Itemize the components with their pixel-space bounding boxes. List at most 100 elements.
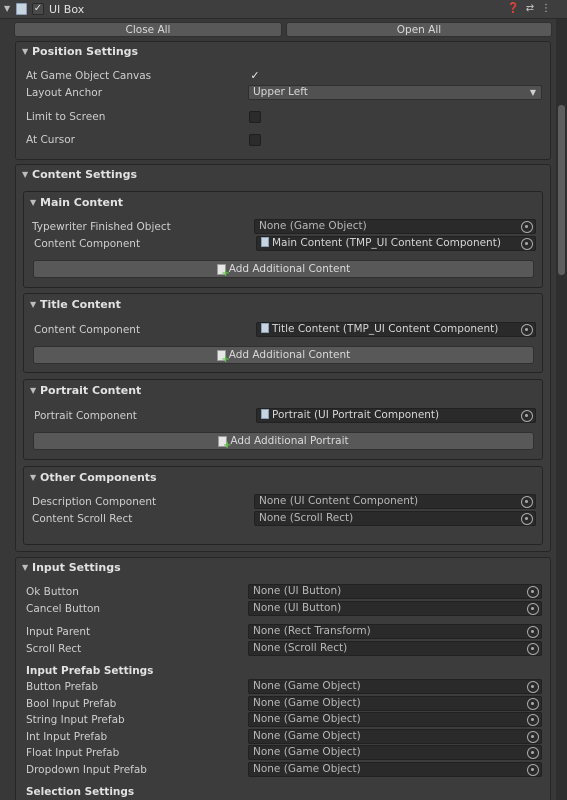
position-settings-title: Position Settings bbox=[32, 45, 139, 58]
more-options-icon[interactable]: ⋮ bbox=[540, 3, 552, 15]
object-picker-icon[interactable] bbox=[521, 221, 533, 233]
component-enabled-checkbox[interactable]: ✓ bbox=[32, 3, 44, 15]
add-additional-title-content-label: Add Additional Content bbox=[228, 349, 351, 361]
float-input-prefab-value: None (Game Object) bbox=[253, 746, 361, 758]
object-picker-icon[interactable] bbox=[527, 714, 539, 726]
object-picker-icon[interactable] bbox=[521, 513, 533, 525]
bool-input-prefab-value: None (Game Object) bbox=[253, 697, 361, 709]
object-picker-icon[interactable] bbox=[527, 747, 539, 759]
portrait-component-field[interactable]: Portrait (UI Portrait Component) bbox=[256, 408, 536, 423]
add-file-icon bbox=[216, 349, 230, 365]
bool-input-prefab-field[interactable]: None (Game Object) bbox=[248, 696, 542, 711]
other-components-title: Other Components bbox=[40, 471, 157, 484]
button-prefab-field[interactable]: None (Game Object) bbox=[248, 679, 542, 694]
description-component-label: Description Component bbox=[32, 496, 157, 508]
add-additional-portrait-label: Add Additional Portrait bbox=[230, 435, 349, 447]
typewriter-finished-object-field[interactable]: None (Game Object) bbox=[254, 219, 536, 234]
object-picker-icon[interactable] bbox=[527, 603, 539, 615]
component-title: UI Box bbox=[49, 3, 85, 16]
layout-anchor-label: Layout Anchor bbox=[26, 87, 103, 99]
script-icon bbox=[261, 237, 269, 247]
close-all-button[interactable]: Close All bbox=[14, 22, 282, 37]
add-additional-title-content-button[interactable]: Add Additional Content bbox=[33, 346, 534, 365]
scroll-rect-field[interactable]: None (Scroll Rect) bbox=[248, 641, 542, 656]
at-cursor-label: At Cursor bbox=[26, 134, 75, 146]
dropdown-input-prefab-field[interactable]: None (Game Object) bbox=[248, 762, 542, 777]
position-settings-foldout-icon[interactable]: ▼ bbox=[22, 47, 28, 56]
object-picker-icon[interactable] bbox=[521, 410, 533, 422]
string-input-prefab-field[interactable]: None (Game Object) bbox=[248, 712, 542, 727]
scrollbar-thumb[interactable] bbox=[558, 105, 565, 275]
at-game-object-canvas-checkbox[interactable]: ✓ bbox=[249, 70, 261, 82]
dropdown-input-prefab-label: Dropdown Input Prefab bbox=[26, 764, 147, 776]
layout-anchor-dropdown[interactable]: Upper Left ▼ bbox=[248, 85, 542, 100]
ok-button-label: Ok Button bbox=[26, 586, 79, 598]
help-icon[interactable]: ❓ bbox=[507, 3, 519, 15]
int-input-prefab-value: None (Game Object) bbox=[253, 730, 361, 742]
ok-button-value: None (UI Button) bbox=[253, 585, 342, 597]
add-file-icon bbox=[216, 263, 230, 279]
description-component-field[interactable]: None (UI Content Component) bbox=[254, 494, 536, 509]
object-picker-icon[interactable] bbox=[527, 643, 539, 655]
int-input-prefab-label: Int Input Prefab bbox=[26, 731, 108, 743]
float-input-prefab-field[interactable]: None (Game Object) bbox=[248, 745, 542, 760]
add-additional-content-button[interactable]: Add Additional Content bbox=[33, 260, 534, 279]
add-additional-portrait-button[interactable]: Add Additional Portrait bbox=[33, 432, 534, 451]
object-picker-icon[interactable] bbox=[527, 586, 539, 598]
object-picker-icon[interactable] bbox=[527, 731, 539, 743]
bool-input-prefab-label: Bool Input Prefab bbox=[26, 698, 117, 710]
portrait-component-value: Portrait (UI Portrait Component) bbox=[272, 409, 440, 421]
limit-to-screen-label: Limit to Screen bbox=[26, 111, 106, 123]
title-content-foldout-icon[interactable]: ▼ bbox=[30, 300, 36, 309]
object-picker-icon[interactable] bbox=[527, 698, 539, 710]
portrait-component-label: Portrait Component bbox=[34, 410, 137, 422]
input-settings-title: Input Settings bbox=[32, 561, 121, 574]
content-scroll-rect-value: None (Scroll Rect) bbox=[259, 512, 354, 524]
open-all-button[interactable]: Open All bbox=[286, 22, 552, 37]
portrait-content-foldout-icon[interactable]: ▼ bbox=[30, 386, 36, 395]
button-prefab-label: Button Prefab bbox=[26, 681, 98, 693]
input-settings-foldout-icon[interactable]: ▼ bbox=[22, 563, 28, 572]
main-content-component-value: Main Content (TMP_UI Content Component) bbox=[272, 237, 501, 249]
title-content-title: Title Content bbox=[40, 298, 121, 311]
preset-icon[interactable]: ⇄ bbox=[524, 3, 536, 15]
input-parent-field[interactable]: None (Rect Transform) bbox=[248, 624, 542, 639]
object-picker-icon[interactable] bbox=[521, 324, 533, 336]
main-content-foldout-icon[interactable]: ▼ bbox=[30, 198, 36, 207]
add-additional-content-label: Add Additional Content bbox=[228, 263, 351, 275]
ok-button-field[interactable]: None (UI Button) bbox=[248, 584, 542, 599]
object-picker-icon[interactable] bbox=[527, 764, 539, 776]
dropdown-input-prefab-value: None (Game Object) bbox=[253, 763, 361, 775]
content-scroll-rect-label: Content Scroll Rect bbox=[32, 513, 133, 525]
title-content-component-label: Content Component bbox=[34, 324, 141, 336]
content-scroll-rect-field[interactable]: None (Scroll Rect) bbox=[254, 511, 536, 526]
script-icon bbox=[16, 3, 27, 15]
foldout-arrow-icon[interactable]: ▼ bbox=[4, 4, 10, 13]
int-input-prefab-field[interactable]: None (Game Object) bbox=[248, 729, 542, 744]
object-picker-icon[interactable] bbox=[521, 238, 533, 250]
description-component-value: None (UI Content Component) bbox=[259, 495, 419, 507]
other-components-foldout-icon[interactable]: ▼ bbox=[30, 473, 36, 482]
dropdown-arrow-icon: ▼ bbox=[529, 88, 536, 97]
float-input-prefab-label: Float Input Prefab bbox=[26, 747, 120, 759]
typewriter-finished-object-value: None (Game Object) bbox=[259, 220, 367, 232]
object-picker-icon[interactable] bbox=[527, 681, 539, 693]
at-cursor-checkbox[interactable] bbox=[249, 134, 261, 146]
script-icon bbox=[261, 323, 269, 333]
title-content-component-field[interactable]: Title Content (TMP_UI Content Component) bbox=[256, 322, 536, 337]
content-settings-foldout-icon[interactable]: ▼ bbox=[22, 170, 28, 179]
cancel-button-field[interactable]: None (UI Button) bbox=[248, 601, 542, 616]
scroll-rect-label: Scroll Rect bbox=[26, 643, 82, 655]
string-input-prefab-value: None (Game Object) bbox=[253, 713, 361, 725]
main-content-component-field[interactable]: Main Content (TMP_UI Content Component) bbox=[256, 236, 536, 251]
selection-settings-title: Selection Settings bbox=[26, 786, 135, 798]
typewriter-finished-object-label: Typewriter Finished Object bbox=[32, 221, 171, 233]
script-icon bbox=[261, 409, 269, 419]
object-picker-icon[interactable] bbox=[527, 626, 539, 638]
limit-to-screen-checkbox[interactable] bbox=[249, 111, 261, 123]
input-parent-label: Input Parent bbox=[26, 626, 91, 638]
component-header bbox=[0, 0, 567, 19]
cancel-button-label: Cancel Button bbox=[26, 603, 101, 615]
main-content-title: Main Content bbox=[40, 196, 124, 209]
object-picker-icon[interactable] bbox=[521, 496, 533, 508]
